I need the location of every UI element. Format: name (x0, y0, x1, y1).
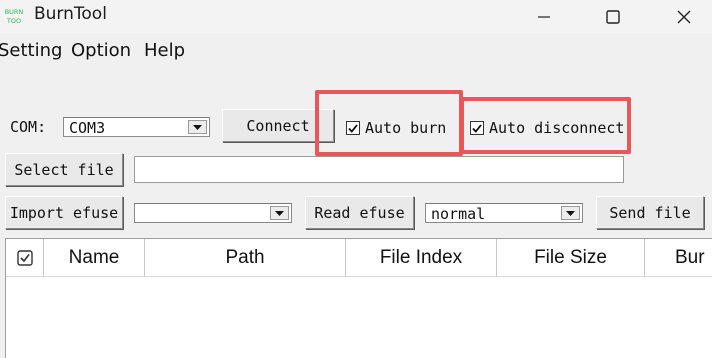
efuse-select[interactable] (134, 203, 292, 223)
connect-button[interactable]: Connect (222, 109, 334, 142)
checkmark-icon (472, 123, 482, 133)
file-table[interactable]: Name Path File Index File Size Bur (5, 238, 712, 358)
mode-select[interactable]: normal (425, 203, 583, 223)
import-efuse-button[interactable]: Import efuse (5, 196, 123, 229)
mode-dropdown-button[interactable] (561, 206, 580, 220)
auto-disconnect-checkbox[interactable]: Auto disconnect (470, 119, 624, 137)
column-header-file-index[interactable]: File Index (346, 239, 497, 277)
menu-setting[interactable]: Setting (0, 40, 62, 61)
menu-option[interactable]: Option (71, 40, 131, 61)
close-button[interactable] (661, 0, 707, 33)
auto-disconnect-label: Auto disconnect (489, 119, 625, 137)
send-file-button[interactable]: Send file (596, 196, 704, 229)
com-port-value: COM3 (69, 119, 106, 137)
com-dropdown-button[interactable] (188, 120, 207, 134)
menu-help[interactable]: Help (144, 40, 185, 61)
maximize-button[interactable] (590, 0, 636, 33)
header-select-all[interactable] (6, 239, 44, 277)
burntool-app-icon: BURN TOO (3, 6, 25, 25)
window-title: BurnTool (34, 4, 107, 24)
auto-disconnect-checkbox-box[interactable] (470, 121, 484, 135)
minimize-icon (538, 15, 550, 18)
efuse-dropdown-button[interactable] (270, 206, 289, 220)
checkbox-checked-icon[interactable] (16, 250, 33, 266)
checkmark-icon (348, 123, 358, 133)
auto-burn-label: Auto burn (365, 119, 447, 137)
com-label: COM: (10, 118, 47, 136)
svg-text:TOO: TOO (6, 17, 21, 25)
select-file-button[interactable]: Select file (5, 153, 123, 186)
chevron-down-icon (275, 210, 284, 216)
table-header: Name Path File Index File Size Bur (6, 239, 712, 277)
chevron-down-icon (566, 210, 575, 216)
close-icon (677, 10, 691, 23)
select-file-label: Select file (14, 160, 114, 179)
column-header-file-size[interactable]: File Size (497, 239, 645, 277)
minimize-button[interactable] (521, 0, 567, 33)
send-file-label: Send file (609, 203, 691, 222)
mode-select-value: normal (431, 205, 486, 223)
column-header-burn[interactable]: Bur (645, 239, 712, 277)
chevron-down-icon (193, 124, 202, 130)
file-path-field[interactable] (134, 156, 624, 183)
column-header-path[interactable]: Path (145, 239, 346, 277)
svg-text:BURN: BURN (5, 8, 24, 16)
connect-button-label: Connect (246, 116, 310, 135)
column-header-name[interactable]: Name (44, 239, 145, 277)
maximize-icon (606, 9, 620, 24)
auto-burn-checkbox-box[interactable] (346, 121, 360, 135)
read-efuse-button[interactable]: Read efuse (305, 196, 414, 229)
auto-burn-checkbox[interactable]: Auto burn (346, 119, 446, 137)
read-efuse-label: Read efuse (314, 203, 405, 222)
import-efuse-label: Import efuse (9, 203, 119, 222)
menu-bar: Setting Option Help (0, 35, 712, 67)
com-port-select[interactable]: COM3 (63, 117, 210, 137)
title-bar: BURN TOO BurnTool (0, 0, 712, 33)
